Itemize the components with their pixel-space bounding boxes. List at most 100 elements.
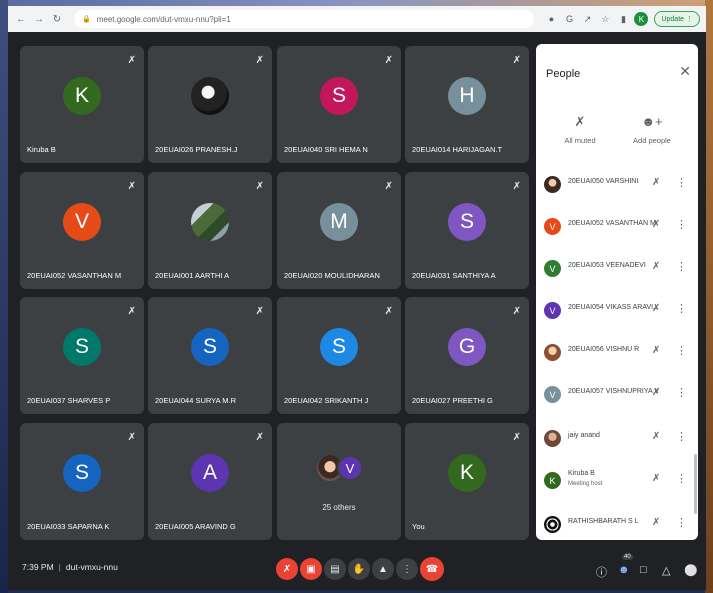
others-avatar-group: V — [317, 451, 367, 489]
camera-toggle-button[interactable]: ▣ — [300, 558, 322, 580]
more-options-button[interactable]: ⋮ — [396, 558, 418, 580]
participant-tile[interactable]: ✗ H 20EUAI014 HARIJAGAN.T — [405, 46, 529, 163]
back-icon[interactable]: ← — [14, 12, 28, 26]
participant-tile[interactable]: ✗ G 20EUAI027 PREETHI G — [405, 297, 529, 414]
update-label: Update — [661, 15, 685, 23]
leave-call-button[interactable]: ☎ — [420, 557, 444, 581]
avatar: S — [63, 328, 101, 366]
participant-name: 20EUAI052 VASANTHAN M — [568, 220, 656, 227]
more-vert-icon: ⋮ — [402, 563, 412, 575]
google-icon[interactable]: G — [562, 12, 576, 26]
participant-count-badge: 40 — [622, 554, 633, 560]
share-icon[interactable]: ↗ — [580, 12, 594, 26]
participant-tile[interactable]: ✗ V 20EUAI052 VASANTHAN M — [20, 172, 144, 289]
others-tile[interactable]: V 25 others — [277, 423, 401, 540]
add-people-button[interactable]: ☻+ Add people — [622, 114, 682, 145]
mic-off-icon: ✗ — [282, 563, 292, 575]
forward-icon[interactable]: → — [32, 12, 46, 26]
add-person-icon: ☻+ — [641, 114, 663, 129]
mic-off-icon[interactable]: ✗ — [652, 177, 660, 188]
mic-off-icon[interactable]: ✗ — [652, 473, 660, 484]
participant-name: 20EUAI020 MOULIDHARAN — [284, 271, 380, 280]
update-button[interactable]: Update ⋮ — [654, 11, 700, 27]
mic-off-icon: ✗ — [384, 306, 393, 317]
participant-tile[interactable]: ✗ 20EUAI026 PRANESH.J — [148, 46, 272, 163]
avatar: K — [544, 472, 561, 489]
more-options-icon[interactable]: ⋮ — [676, 430, 687, 443]
lock-icon: 🔒 — [82, 16, 91, 23]
mic-off-icon: ✗ — [255, 432, 264, 443]
participant-tile[interactable]: ✗ A 20EUAI005 ARAVIND G — [148, 423, 272, 540]
mic-off-icon[interactable]: ✗ — [652, 517, 660, 528]
mic-toggle-button[interactable]: ✗ — [276, 558, 298, 580]
raise-hand-button[interactable]: ✋ — [348, 558, 370, 580]
more-options-icon[interactable]: ⋮ — [676, 302, 687, 315]
list-item[interactable]: RATHISHBARATH S L ✗ ⋮ — [536, 508, 698, 540]
participant-tile[interactable]: ✗ K Kiruba B — [20, 46, 144, 163]
list-item[interactable]: V 20EUAI054 VIKASS ARAVI... ✗ ⋮ — [536, 294, 698, 326]
scrollbar[interactable] — [694, 454, 697, 514]
list-item[interactable]: K Kiruba B Meeting host ✗ ⋮ — [536, 464, 698, 496]
participant-tile[interactable]: ✗ 20EUAI001 AARTHI A — [148, 172, 272, 289]
participant-name: RATHISHBARATH S L — [568, 518, 639, 525]
present-button[interactable]: ▲ — [372, 558, 394, 580]
more-options-icon[interactable]: ⋮ — [676, 516, 687, 529]
chat-icon[interactable]: □ — [640, 564, 647, 576]
participant-name: 20EUAI037 SHARVES P — [27, 396, 111, 405]
list-item[interactable]: V 20EUAI052 VASANTHAN M ✗ ⋮ — [536, 210, 698, 242]
mic-off-icon[interactable]: ✗ — [652, 431, 660, 442]
avatar — [191, 203, 229, 241]
mic-off-icon[interactable]: ✗ — [652, 387, 660, 398]
mic-off-icon[interactable]: ✗ — [652, 261, 660, 272]
self-tile[interactable]: ✗ K You — [405, 423, 529, 540]
camera-permission-icon[interactable]: ● — [544, 12, 558, 26]
bookmark-star-icon[interactable]: ☆ — [598, 12, 612, 26]
list-item[interactable]: 20EUAI056 VISHNU R ✗ ⋮ — [536, 336, 698, 368]
captions-button[interactable]: ▤ — [324, 558, 346, 580]
all-muted-button[interactable]: ✗ All muted — [550, 114, 610, 145]
more-options-icon[interactable]: ⋮ — [676, 344, 687, 357]
people-icon[interactable]: ☻ — [618, 564, 630, 576]
more-options-icon[interactable]: ⋮ — [676, 260, 687, 273]
avatar: S — [320, 77, 358, 115]
participant-tile[interactable]: ✗ M 20EUAI020 MOULIDHARAN — [277, 172, 401, 289]
participant-tile[interactable]: ✗ S 20EUAI044 SURYA M.R — [148, 297, 272, 414]
list-item[interactable]: V 20EUAI057 VISHNUPRIYA V ✗ ⋮ — [536, 378, 698, 410]
address-bar[interactable]: 🔒 meet.google.com/dut-vmxu-nnu?pli=1 — [74, 10, 535, 28]
participant-name: 20EUAI057 VISHNUPRIYA V — [568, 388, 659, 395]
list-item[interactable]: V 20EUAI053 VEENADEVI ✗ ⋮ — [536, 252, 698, 284]
mic-off-icon: ✗ — [574, 114, 586, 129]
participant-tile[interactable]: ✗ S 20EUAI031 SANTHIYA A — [405, 172, 529, 289]
list-item[interactable]: 20EUAI050 VARSHINI ✗ ⋮ — [536, 168, 698, 200]
more-options-icon[interactable]: ⋮ — [676, 386, 687, 399]
mic-off-icon[interactable]: ✗ — [652, 219, 660, 230]
participant-name: 20EUAI054 VIKASS ARAVI... — [568, 304, 659, 311]
mic-off-icon: ✗ — [255, 181, 264, 192]
participant-name: Kiruba B — [568, 470, 595, 477]
more-options-icon[interactable]: ⋮ — [676, 176, 687, 189]
info-icon[interactable]: ⓘ — [596, 564, 607, 580]
side-panel-icon[interactable]: ▮ — [616, 12, 630, 26]
participant-tile[interactable]: ✗ S 20EUAI042 SRIKANTH J — [277, 297, 401, 414]
mic-off-icon[interactable]: ✗ — [652, 303, 660, 314]
close-icon[interactable]: ✕ — [679, 63, 691, 80]
avatar: V — [544, 386, 561, 403]
participant-tile[interactable]: ✗ S 20EUAI040 SRI HEMA N — [277, 46, 401, 163]
meeting-time: 7:39 PM — [22, 562, 54, 572]
participant-tile[interactable]: ✗ S 20EUAI037 SHARVES P — [20, 297, 144, 414]
meeting-code: dut-vmxu-nnu — [65, 562, 118, 572]
reload-icon[interactable]: ↻ — [50, 12, 64, 26]
mic-off-icon[interactable]: ✗ — [652, 345, 660, 356]
phone-hangup-icon: ☎ — [425, 563, 439, 575]
mic-off-icon: ✗ — [384, 55, 393, 66]
host-controls-icon[interactable]: ⚪ — [684, 564, 698, 577]
more-options-icon[interactable]: ⋮ — [676, 218, 687, 231]
desktop-background-left — [0, 0, 8, 593]
participant-tile[interactable]: ✗ S 20EUAI033 SAPARNA K — [20, 423, 144, 540]
list-item[interactable]: jaiy anand ✗ ⋮ — [536, 422, 698, 454]
present-icon: ▲ — [378, 563, 388, 575]
activities-icon[interactable]: △ — [662, 564, 670, 577]
browser-toolbar: ← → ↻ 🔒 meet.google.com/dut-vmxu-nnu?pli… — [8, 6, 706, 32]
profile-avatar[interactable]: K — [634, 12, 649, 26]
more-options-icon[interactable]: ⋮ — [676, 472, 687, 485]
